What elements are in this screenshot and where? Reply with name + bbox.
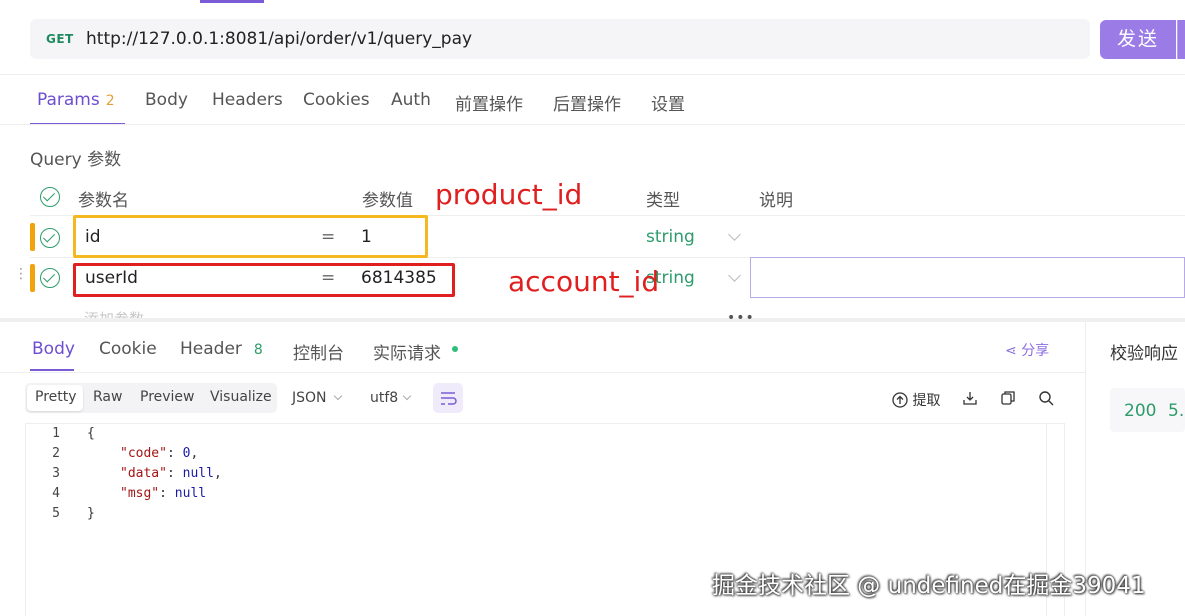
view-mode-raw[interactable]: Raw bbox=[93, 389, 122, 405]
resp-tab-body[interactable]: Body bbox=[32, 339, 75, 359]
code-line: { bbox=[87, 426, 95, 441]
annotation-account-id: account_id bbox=[508, 265, 660, 298]
send-button[interactable]: 发送 bbox=[1100, 20, 1176, 59]
params-count-badge: 2 bbox=[105, 93, 115, 109]
column-header-name: 参数名 bbox=[78, 191, 129, 211]
tab-underline bbox=[30, 369, 74, 371]
column-header-value: 参数值 bbox=[362, 191, 413, 211]
annotation-product-id: product_id bbox=[435, 178, 583, 211]
divider bbox=[0, 372, 1085, 373]
splitter-handle-icon[interactable]: ••• bbox=[727, 310, 755, 326]
watermark: 掘金技术社区 @ undefined在掘金39041 bbox=[712, 573, 1146, 599]
copy-icon bbox=[1001, 391, 1015, 405]
param-desc-input[interactable] bbox=[750, 257, 1185, 298]
tab-params[interactable]: Params 2 bbox=[37, 90, 115, 110]
query-section-title: Query 参数 bbox=[30, 150, 122, 170]
row-checkbox[interactable] bbox=[40, 268, 60, 288]
wrap-icon bbox=[441, 392, 457, 405]
word-wrap-button[interactable] bbox=[433, 383, 463, 413]
annotation-box-yellow bbox=[73, 215, 428, 258]
header-count-badge: 8 bbox=[253, 342, 263, 358]
tab-post-actions[interactable]: 后置操作 bbox=[553, 90, 621, 115]
view-mode-visualize[interactable]: Visualize bbox=[210, 389, 272, 405]
chevron-down-icon[interactable] bbox=[728, 269, 741, 282]
param-type-select[interactable]: string bbox=[646, 227, 695, 247]
encoding-select[interactable]: utf8 bbox=[370, 390, 398, 406]
code-line: } bbox=[87, 506, 95, 521]
download-button[interactable] bbox=[962, 390, 978, 410]
search-icon bbox=[1039, 391, 1054, 406]
share-button[interactable]: ⋖ 分享 bbox=[1005, 340, 1049, 360]
add-param-placeholder[interactable]: 添加参数 bbox=[84, 308, 144, 318]
column-header-type: 类型 bbox=[646, 191, 680, 211]
annotation-box-red bbox=[73, 263, 455, 297]
code-line: "code": 0, bbox=[120, 446, 199, 461]
chevron-down-icon[interactable] bbox=[402, 391, 412, 401]
tab-auth[interactable]: Auth bbox=[391, 90, 431, 110]
code-line: "msg": null bbox=[120, 486, 207, 501]
tab-body[interactable]: Body bbox=[145, 90, 188, 110]
view-mode-pretty[interactable]: Pretty bbox=[35, 389, 77, 405]
view-mode-preview[interactable]: Preview bbox=[140, 389, 195, 405]
column-header-desc: 说明 bbox=[759, 191, 793, 211]
resp-tab-header[interactable]: Header 8 bbox=[180, 339, 263, 359]
tab-headers[interactable]: Headers bbox=[212, 90, 283, 110]
send-dropdown-button[interactable] bbox=[1177, 20, 1185, 59]
download-icon bbox=[963, 392, 977, 405]
active-tab-indicator bbox=[200, 0, 264, 3]
url-input[interactable]: http://127.0.0.1:8081/api/order/v1/query… bbox=[86, 29, 472, 49]
select-all-checkbox[interactable] bbox=[40, 187, 60, 207]
response-time: 5.0 bbox=[1168, 401, 1185, 421]
copy-button[interactable] bbox=[1000, 390, 1016, 410]
tab-settings[interactable]: 设置 bbox=[651, 90, 685, 115]
status-dot-icon bbox=[452, 346, 458, 352]
status-code: 200 bbox=[1124, 401, 1157, 421]
line-number: 3 bbox=[52, 466, 60, 481]
line-number: 2 bbox=[52, 446, 60, 461]
panel-splitter[interactable] bbox=[0, 318, 1185, 322]
line-number: 5 bbox=[52, 506, 60, 521]
resp-tab-cookie[interactable]: Cookie bbox=[99, 339, 157, 359]
code-line: "data": null, bbox=[120, 466, 222, 481]
divider bbox=[0, 124, 1185, 125]
validate-response-title: 校验响应 bbox=[1110, 344, 1178, 364]
method-select[interactable]: GET bbox=[46, 32, 74, 46]
extract-button[interactable]: 提取 bbox=[892, 390, 940, 410]
tab-cookies[interactable]: Cookies bbox=[303, 90, 370, 110]
share-icon: ⋖ bbox=[1005, 343, 1022, 359]
tab-pre-actions[interactable]: 前置操作 bbox=[455, 90, 523, 115]
chevron-down-icon[interactable] bbox=[333, 391, 343, 401]
row-indicator bbox=[30, 223, 35, 251]
resp-tab-actual-request[interactable]: 实际请求 bbox=[373, 339, 441, 364]
resp-tab-console[interactable]: 控制台 bbox=[293, 339, 344, 364]
upload-circle-icon bbox=[892, 392, 908, 408]
row-indicator bbox=[30, 264, 35, 292]
line-number: 1 bbox=[52, 426, 60, 441]
chevron-down-icon[interactable] bbox=[728, 228, 741, 241]
line-number: 4 bbox=[52, 486, 60, 501]
row-checkbox[interactable] bbox=[40, 228, 60, 248]
search-button[interactable] bbox=[1038, 390, 1054, 410]
divider bbox=[0, 74, 1185, 75]
format-select[interactable]: JSON bbox=[292, 390, 327, 406]
